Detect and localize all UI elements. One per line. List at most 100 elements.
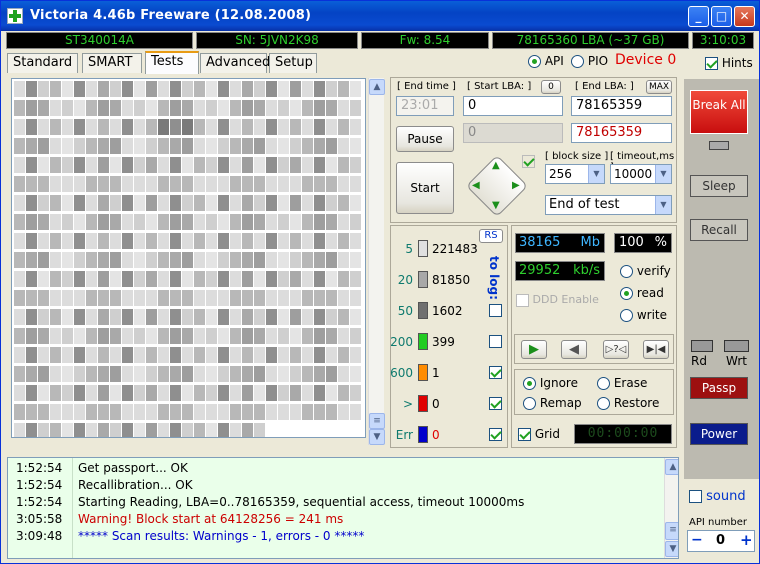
erase-radio[interactable]: Erase (597, 376, 647, 390)
grid-block (182, 271, 193, 287)
rs-button[interactable]: RS (479, 229, 503, 243)
sound-checkbox[interactable]: sound (689, 489, 746, 504)
hints-checkbox[interactable]: Hints (705, 56, 753, 70)
grid-block (338, 404, 349, 420)
end-action-select[interactable]: End of test ▼ (545, 195, 672, 215)
stat-log-checkbox[interactable] (489, 335, 502, 348)
grid-block (242, 271, 253, 287)
api-radio[interactable]: API (528, 54, 564, 68)
write-radio[interactable]: write (620, 308, 667, 322)
arrow-left-icon[interactable]: ◀ (472, 180, 480, 191)
grid-block (26, 100, 37, 116)
remap-radio[interactable]: Remap (523, 396, 582, 410)
grid-block (14, 176, 25, 192)
pio-radio[interactable]: PIO (571, 54, 608, 68)
random-seek-icon[interactable]: ▷?◁ (603, 340, 629, 359)
grid-block (302, 252, 313, 268)
grid-scrollbar[interactable]: ▲ ≡ ▼ (368, 78, 385, 445)
rewind-icon[interactable]: ◀ (561, 340, 587, 359)
api-number-stepper[interactable]: − 0 + (687, 530, 755, 552)
arrow-down-icon[interactable]: ▼ (492, 200, 500, 211)
log-scroll-thumb[interactable]: ≡ (665, 522, 678, 540)
start-lba-reset-button[interactable]: 0 (541, 80, 561, 94)
restore-radio[interactable]: Restore (597, 396, 659, 410)
start-button[interactable]: Start (396, 162, 454, 214)
end-action-dropdown-icon[interactable]: ▼ (655, 196, 671, 214)
grid-block (62, 233, 73, 249)
pause-button[interactable]: Pause (396, 126, 454, 152)
grid-block (50, 195, 61, 211)
grid-block (170, 309, 181, 325)
arrow-right-icon[interactable]: ▶ (512, 180, 520, 191)
tab-smart[interactable]: SMART (82, 53, 142, 73)
stat-log-checkbox[interactable] (489, 428, 502, 441)
scroll-thumb[interactable]: ≡ (369, 413, 385, 429)
end-lba-input[interactable]: 78165359 (571, 96, 672, 116)
grid-block (62, 176, 73, 192)
grid-block (290, 366, 301, 382)
block-size-select[interactable]: 256 ▼ (545, 164, 605, 184)
maximize-button[interactable]: □ (711, 6, 732, 27)
grid-block (14, 233, 25, 249)
grid-block (338, 81, 349, 97)
tab-setup[interactable]: Setup (269, 53, 317, 73)
grid-block (302, 119, 313, 135)
log-scroll-down-icon[interactable]: ▼ (665, 541, 678, 557)
start-lba-input[interactable]: 0 (463, 96, 563, 116)
break-all-button[interactable]: Break All (690, 90, 748, 134)
stat-log-checkbox[interactable] (489, 304, 502, 317)
grid-block (182, 100, 193, 116)
grid-block (50, 157, 61, 173)
arrow-up-icon[interactable]: ▲ (492, 160, 500, 171)
api-number-plus[interactable]: + (740, 531, 753, 549)
tab-tests[interactable]: Tests (145, 51, 199, 74)
stat-log-checkbox[interactable] (489, 397, 502, 410)
grid-checkbox[interactable]: Grid (518, 427, 560, 441)
grid-block (86, 290, 97, 306)
butterfly-icon[interactable]: ▶|◀ (643, 340, 669, 359)
stat-log-checkbox[interactable] (489, 366, 502, 379)
recall-button[interactable]: Recall (690, 219, 748, 241)
ddd-enable-checkbox[interactable]: DDD Enable (516, 293, 599, 307)
grid-block (158, 366, 169, 382)
sleep-button[interactable]: Sleep (690, 175, 748, 197)
close-button[interactable]: ✕ (734, 6, 755, 27)
grid-block (110, 271, 121, 287)
title-bar[interactable]: Victoria 4.46b Freeware (12.08.2008) _ □… (1, 1, 759, 31)
grid-block (122, 252, 133, 268)
timeout-dropdown-icon[interactable]: ▼ (655, 165, 671, 183)
timeout-select[interactable]: 10000 ▼ (610, 164, 672, 184)
grid-block (122, 100, 133, 116)
grid-block (74, 309, 85, 325)
power-button[interactable]: Power (690, 423, 748, 445)
grid-block (206, 404, 217, 420)
clock-display: 3:10:03 (692, 32, 754, 49)
stat-color-swatch (418, 333, 428, 350)
log-scrollbar[interactable]: ▲ ≡ ▼ (664, 458, 678, 558)
main-window: Victoria 4.46b Freeware (12.08.2008) _ □… (0, 0, 760, 564)
read-radio[interactable]: read (620, 286, 664, 300)
dpad-checkbox[interactable] (522, 155, 535, 168)
drive-firmware: Fw: 8.54 (361, 32, 489, 49)
scroll-down-icon[interactable]: ▼ (369, 429, 385, 445)
scroll-up-icon[interactable]: ▲ (369, 79, 385, 95)
log-scroll-up-icon[interactable]: ▲ (665, 459, 678, 475)
minimize-button[interactable]: _ (688, 6, 709, 27)
end-lba-max-button[interactable]: MAX (646, 80, 672, 94)
verify-radio[interactable]: verify (620, 264, 671, 278)
grid-block (278, 119, 289, 135)
ignore-radio[interactable]: Ignore (523, 376, 578, 390)
direction-pad: ▲ ▼ ◀ ▶ (465, 154, 529, 218)
passport-button[interactable]: Passp (690, 377, 748, 399)
block-size-dropdown-icon[interactable]: ▼ (588, 165, 604, 183)
play-icon[interactable]: ▶ (521, 340, 547, 359)
grid-block (62, 271, 73, 287)
grid-block (206, 309, 217, 325)
tab-standard[interactable]: Standard (7, 53, 78, 73)
grid-block (98, 328, 109, 344)
grid-block (266, 271, 277, 287)
end-time-input[interactable]: 23:01 (396, 96, 454, 116)
grid-block (338, 233, 349, 249)
api-number-minus[interactable]: − (691, 532, 703, 548)
tab-advanced[interactable]: Advanced (200, 53, 270, 73)
